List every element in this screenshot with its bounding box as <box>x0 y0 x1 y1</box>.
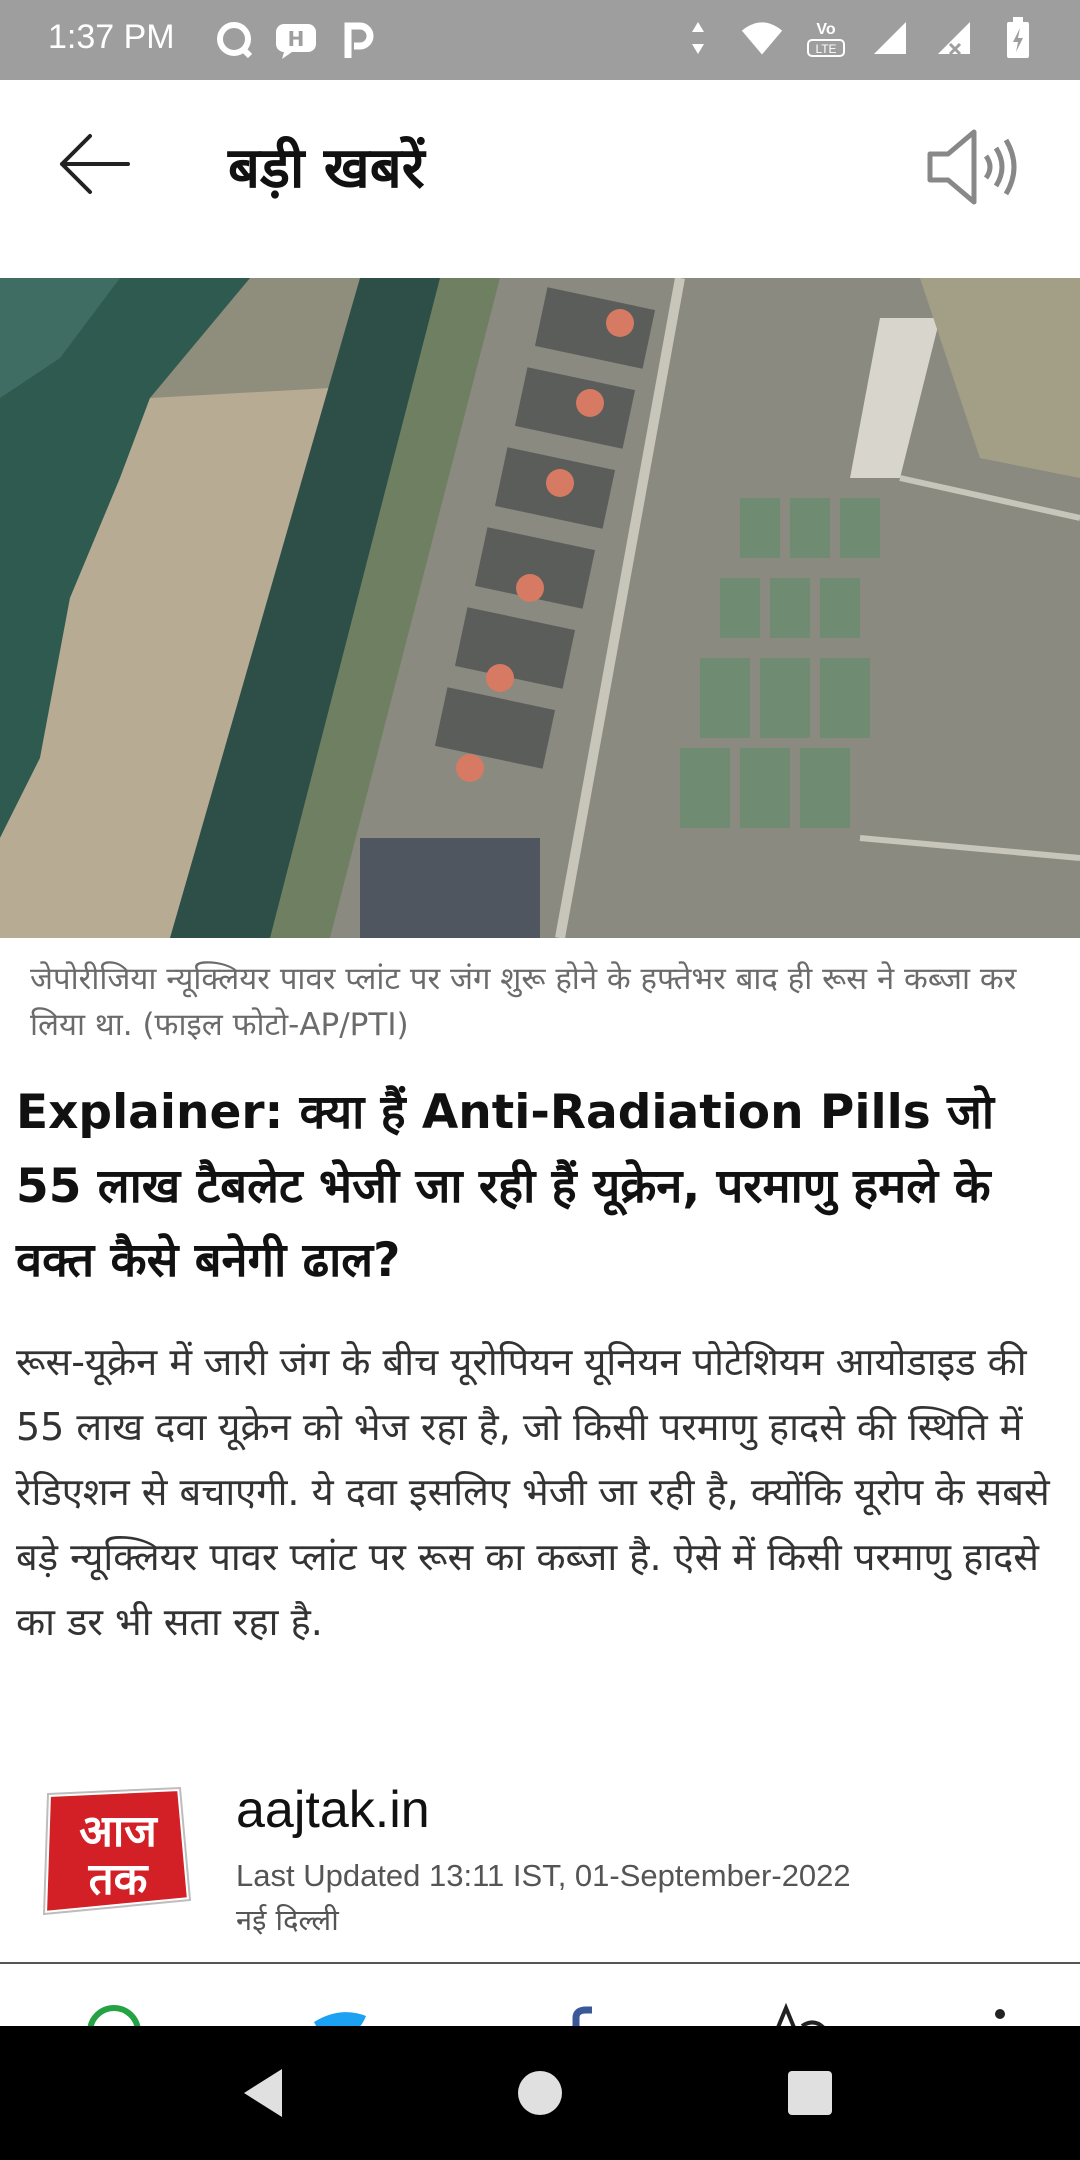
image-caption: जेपोरीजिया न्यूक्लियर पावर प्लांट पर जंग… <box>30 961 1017 1043</box>
chat-bubble-icon <box>212 18 256 62</box>
nav-back-button[interactable] <box>196 2026 336 2160</box>
status-left-icons: H <box>212 18 380 62</box>
home-circle-icon <box>518 2071 562 2115</box>
more-icon[interactable] <box>990 2002 1010 2026</box>
battery-icon <box>996 16 1040 60</box>
back-button[interactable] <box>56 128 136 200</box>
facebook-icon[interactable] <box>552 2002 592 2026</box>
svg-text:तक: तक <box>88 1854 150 1905</box>
article-summary: रूस-यूक्रेन में जारी जंग के बीच यूरोपियन… <box>16 1340 1050 1644</box>
nav-recents-button[interactable] <box>740 2026 880 2160</box>
share-bar <box>0 1964 1080 2026</box>
status-time: 1:37 PM <box>48 18 175 56</box>
page-title: बड़ी खबरें <box>228 136 425 201</box>
nav-home-button[interactable] <box>470 2026 610 2160</box>
signal-icon <box>868 16 912 60</box>
article-headline: Explainer: क्या हैं Anti-Radiation Pills… <box>16 1085 995 1288</box>
app-header: बड़ी खबरें <box>0 80 1080 250</box>
last-updated: Last Updated 13:11 IST, 01-September-202… <box>236 1858 851 1893</box>
data-arrows-icon <box>676 16 720 60</box>
article-source: आज तक aajtak.in Last Updated 13:11 IST, … <box>30 1780 1050 1940</box>
status-bar: 1:37 PM H Vo LTE <box>0 0 1080 80</box>
font-size-icon[interactable] <box>766 2002 826 2026</box>
recents-square-icon <box>788 2071 832 2115</box>
article-hero-image[interactable] <box>0 278 1080 938</box>
back-triangle-icon <box>244 2069 282 2117</box>
hike-icon: H <box>274 18 318 62</box>
status-right-icons: Vo LTE <box>676 16 1040 60</box>
twitter-icon[interactable] <box>310 2002 370 2026</box>
speaker-button[interactable] <box>924 122 1024 212</box>
signal-x-icon <box>932 16 976 60</box>
arrow-left-icon <box>60 134 130 194</box>
whatsapp-icon[interactable] <box>84 2002 144 2026</box>
svg-text:LTE: LTE <box>815 42 836 56</box>
svg-text:H: H <box>288 27 305 51</box>
aajtak-logo: आज तक <box>30 1782 196 1918</box>
wifi-icon <box>740 16 784 60</box>
source-name[interactable]: aajtak.in <box>236 1780 430 1840</box>
system-nav-bar <box>0 2026 1080 2160</box>
svg-text:Vo: Vo <box>816 21 835 38</box>
volte-icon: Vo LTE <box>804 16 848 60</box>
dateline-city: नई दिल्ली <box>236 1903 339 1937</box>
svg-text:आज: आज <box>79 1806 158 1857</box>
speaker-icon <box>927 129 1017 205</box>
p-app-icon <box>336 18 380 62</box>
